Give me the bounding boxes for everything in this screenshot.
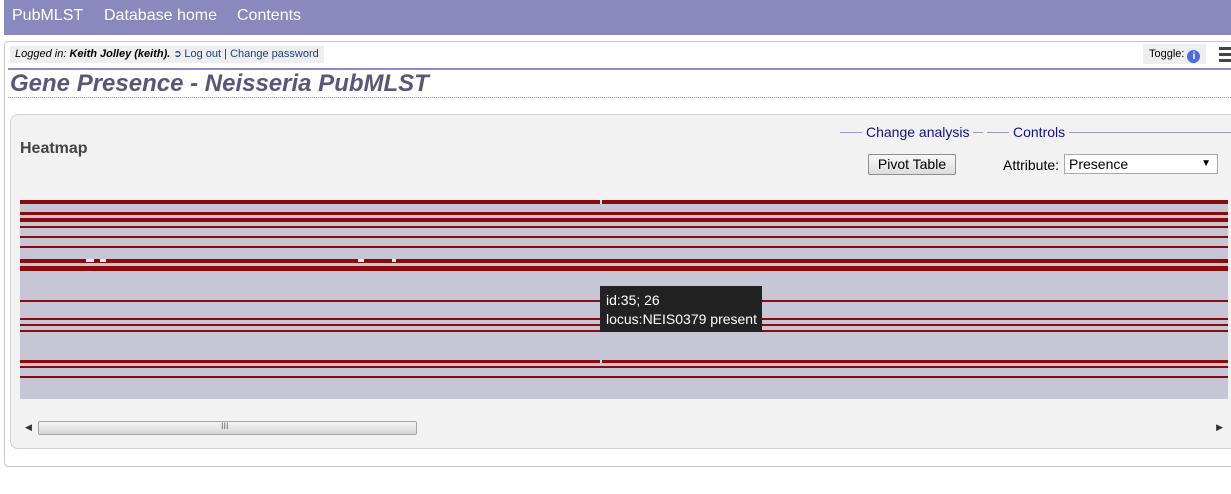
heatmap-cell-absent bbox=[100, 259, 106, 262]
top-nav-bar: PubMLST Database home Contents bbox=[4, 0, 1231, 35]
heatmap-row-present bbox=[20, 376, 1228, 378]
nav-pubmlst-link[interactable]: PubMLST bbox=[12, 7, 83, 25]
login-separator: | bbox=[224, 48, 227, 60]
attribute-selected-value: Presence bbox=[1069, 156, 1129, 172]
login-status: Logged in: Keith Jolley (keith). ➲ Log ou… bbox=[10, 46, 324, 63]
heatmap-row-present bbox=[20, 200, 1228, 204]
scrollbar-thumb[interactable]: III bbox=[38, 421, 417, 435]
fieldset-border bbox=[840, 132, 862, 133]
logout-icon: ➲ bbox=[173, 49, 182, 60]
heatmap-cell-absent bbox=[600, 200, 602, 204]
nav-contents-link[interactable]: Contents bbox=[237, 7, 301, 25]
horizontal-scrollbar[interactable]: ◀ III ▶ bbox=[20, 419, 1228, 436]
scrollbar-grip: III bbox=[221, 421, 229, 431]
change-analysis-legend: Change analysis bbox=[866, 124, 970, 140]
fieldset-border bbox=[987, 132, 1009, 133]
fieldset-border bbox=[1069, 132, 1231, 133]
heatmap-row-present bbox=[20, 360, 1228, 363]
controls-legend: Controls bbox=[1013, 124, 1066, 140]
heatmap-cell-absent bbox=[358, 259, 364, 262]
tooltip-id: id:35; 26 bbox=[606, 292, 660, 308]
attribute-select[interactable]: Presence ▼ bbox=[1064, 154, 1218, 174]
nav-database-home-link[interactable]: Database home bbox=[104, 7, 217, 25]
heatmap-row-present bbox=[20, 212, 1228, 215]
heatmap-row-present bbox=[20, 259, 1228, 263]
heatmap-tooltip: id:35; 26 locus:NEIS0379 present bbox=[600, 286, 762, 332]
title-divider bbox=[8, 97, 1231, 98]
heatmap-row-present bbox=[20, 218, 1228, 222]
toggle-control: Toggle: i bbox=[1143, 44, 1207, 64]
scroll-right-icon[interactable]: ▶ bbox=[1216, 419, 1223, 436]
chevron-down-icon: ▼ bbox=[1201, 158, 1211, 169]
heatmap-row-present bbox=[20, 236, 1228, 238]
login-user: Keith Jolley (keith). bbox=[69, 48, 171, 60]
toggle-label: Toggle: bbox=[1149, 48, 1185, 60]
change-password-link[interactable]: Change password bbox=[230, 48, 319, 60]
heatmap-row-present bbox=[20, 226, 1228, 228]
login-prefix: Logged in: bbox=[15, 48, 67, 60]
info-icon[interactable]: i bbox=[1187, 50, 1201, 63]
pivot-table-button[interactable]: Pivot Table bbox=[868, 154, 956, 175]
heatmap-cell-absent bbox=[600, 360, 602, 363]
heatmap-row-present bbox=[20, 266, 1228, 271]
tooltip-locus: locus:NEIS0379 present bbox=[606, 311, 757, 327]
page-title: Gene Presence - Neisseria PubMLST bbox=[10, 70, 429, 97]
hamburger-menu-icon[interactable] bbox=[1219, 47, 1231, 63]
scroll-left-icon[interactable]: ◀ bbox=[25, 419, 32, 436]
attribute-label: Attribute: bbox=[1003, 157, 1060, 173]
heatmap-heading: Heatmap bbox=[20, 140, 88, 157]
heatmap-row-present bbox=[20, 366, 1228, 368]
heatmap-row-present bbox=[20, 246, 1228, 248]
heatmap-cell-absent bbox=[86, 259, 94, 262]
logout-link[interactable]: Log out bbox=[184, 48, 221, 60]
fieldset-border bbox=[973, 132, 983, 133]
heatmap-cell-absent bbox=[392, 259, 396, 262]
